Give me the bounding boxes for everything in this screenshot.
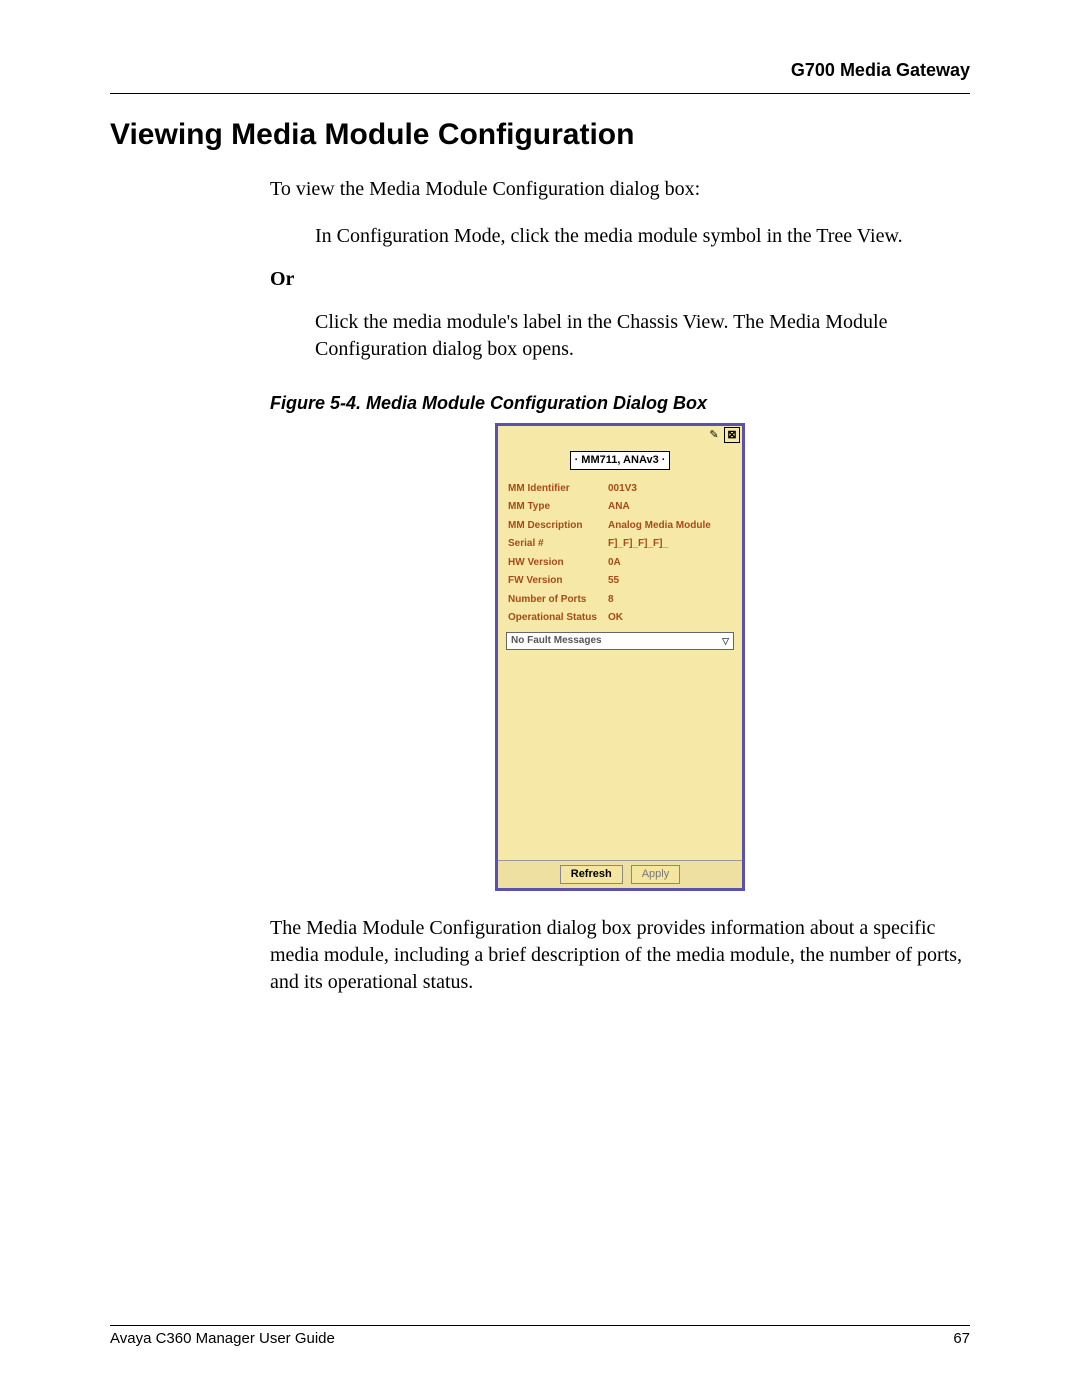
row-value: 8 (608, 593, 732, 607)
after-figure-paragraph: The Media Module Configuration dialog bo… (270, 915, 970, 996)
row-value: F]_F]_F]_F]_ (608, 537, 732, 551)
row-label: FW Version (508, 574, 608, 588)
dialog-empty-area (498, 650, 742, 860)
fault-messages-dropdown[interactable]: No Fault Messages ▽ (506, 632, 734, 650)
row-value: 0A (608, 556, 732, 570)
or-label: Or (270, 266, 970, 293)
header-rule (110, 93, 970, 94)
footer-guide: Avaya C360 Manager User Guide (110, 1330, 335, 1347)
row-value: ANA (608, 500, 732, 514)
row-label: Serial # (508, 537, 608, 551)
section-title: Viewing Media Module Configuration (110, 118, 970, 152)
row-label: MM Identifier (508, 482, 608, 496)
dialog-info-table: MM Identifier001V3 MM TypeANA MM Descrip… (498, 475, 742, 629)
row-label: HW Version (508, 556, 608, 570)
fault-text: No Fault Messages (511, 634, 602, 648)
figure-caption: Figure 5-4. Media Module Configuration D… (270, 391, 970, 415)
row-value: Analog Media Module (608, 519, 732, 533)
row-label: MM Description (508, 519, 608, 533)
step-2: Click the media module's label in the Ch… (315, 309, 970, 363)
row-label: Number of Ports (508, 593, 608, 607)
step-1: In Configuration Mode, click the media m… (315, 223, 970, 250)
dialog-title-dropdown[interactable]: · MM711, ANAv3 · (570, 451, 671, 470)
row-value: 55 (608, 574, 732, 588)
row-value: 001V3 (608, 482, 732, 496)
media-module-config-dialog: ✎ ⊠ · MM711, ANAv3 · MM Identifier001V3 … (495, 423, 745, 890)
apply-button: Apply (631, 865, 681, 884)
chapter-header: G700 Media Gateway (110, 60, 970, 87)
page-footer: Avaya C360 Manager User Guide 67 (110, 1319, 970, 1347)
close-icon[interactable]: ⊠ (724, 427, 740, 443)
footer-page-number: 67 (953, 1330, 970, 1347)
refresh-button[interactable]: Refresh (560, 865, 623, 884)
row-label: Operational Status (508, 611, 608, 625)
intro-text: To view the Media Module Configuration d… (270, 176, 970, 203)
row-label: MM Type (508, 500, 608, 514)
chevron-down-icon: ▽ (722, 635, 729, 647)
pin-icon[interactable]: ✎ (707, 428, 721, 442)
footer-rule (110, 1325, 970, 1326)
row-value: OK (608, 611, 732, 625)
